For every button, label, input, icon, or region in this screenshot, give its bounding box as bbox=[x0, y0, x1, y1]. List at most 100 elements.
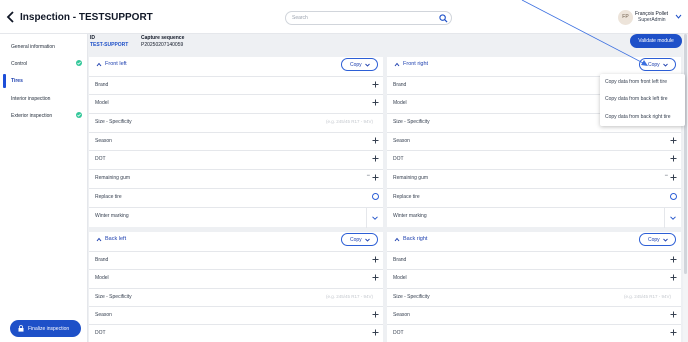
check-circle-icon bbox=[76, 112, 82, 118]
user-menu[interactable]: FP François Pollet SuperAdmin bbox=[618, 9, 684, 26]
field-label: Remaining gum bbox=[393, 175, 429, 181]
plus-icon[interactable] bbox=[372, 99, 379, 106]
plus-icon[interactable] bbox=[670, 155, 677, 162]
copy-button[interactable]: Copy bbox=[639, 233, 676, 246]
field-season[interactable]: Season bbox=[89, 306, 383, 323]
field-label: Brand bbox=[95, 257, 109, 263]
capture-sequence-label: Capture sequence bbox=[141, 35, 185, 41]
field-season[interactable]: Season bbox=[387, 132, 681, 149]
plus-icon[interactable] bbox=[372, 311, 379, 318]
plus-icon[interactable] bbox=[670, 311, 677, 318]
search-input[interactable] bbox=[292, 13, 432, 23]
finalize-inspection-button[interactable]: Finalize inspection bbox=[10, 320, 81, 337]
field-brand[interactable]: Brand bbox=[89, 251, 383, 268]
top-bar: Inspection - TESTSUPPORT FP François Pol… bbox=[0, 0, 688, 34]
field-dot[interactable]: DOT bbox=[387, 324, 681, 341]
field-size-specificity[interactable]: Size - Specificity (e.g. 245/45 R17 - 94V… bbox=[89, 288, 383, 305]
sidebar-item-general-information[interactable]: General information bbox=[0, 40, 88, 54]
field-winter-marking[interactable]: Winter marking bbox=[387, 207, 681, 228]
card-title: Front left bbox=[105, 61, 127, 67]
chevron-up-icon[interactable] bbox=[96, 62, 102, 67]
sidebar-item-tires[interactable]: Tires bbox=[0, 74, 88, 88]
field-dot[interactable]: DOT bbox=[387, 150, 681, 167]
card-header[interactable]: Back left Copy bbox=[89, 232, 383, 248]
sidebar-item-interior-inspection[interactable]: Interior inspection bbox=[0, 92, 88, 106]
search-box[interactable] bbox=[285, 11, 452, 25]
chevron-up-icon[interactable] bbox=[96, 237, 102, 242]
plus-icon[interactable] bbox=[372, 274, 379, 281]
field-remaining-gum[interactable]: Remaining gum − bbox=[89, 169, 383, 186]
radio-button[interactable] bbox=[372, 193, 379, 200]
copy-button[interactable]: Copy bbox=[639, 58, 676, 71]
copy-label: Copy bbox=[350, 236, 362, 243]
chevron-down-icon bbox=[663, 63, 668, 67]
plus-icon[interactable] bbox=[372, 174, 379, 181]
field-label: Replace tire bbox=[393, 194, 420, 200]
field-dot[interactable]: DOT bbox=[89, 324, 383, 341]
chevron-up-icon[interactable] bbox=[394, 62, 400, 67]
field-label: Brand bbox=[393, 82, 407, 88]
plus-icon[interactable] bbox=[372, 81, 379, 88]
menu-item-copy-back-left[interactable]: Copy data from back left tire bbox=[600, 91, 685, 108]
radio-button[interactable] bbox=[670, 193, 677, 200]
menu-item-copy-front-left[interactable]: Copy data from front left tire bbox=[600, 74, 685, 91]
chevron-down-icon[interactable] bbox=[675, 14, 682, 19]
scrollbar-thumb[interactable] bbox=[684, 34, 687, 274]
active-indicator bbox=[3, 74, 6, 88]
plus-icon[interactable] bbox=[372, 256, 379, 263]
sidebar-item-exterior-inspection[interactable]: Exterior inspection bbox=[0, 109, 88, 123]
card-header[interactable]: Front left Copy bbox=[89, 57, 383, 73]
copy-button[interactable]: Copy bbox=[341, 233, 378, 246]
field-replace-tire[interactable]: Replace tire bbox=[387, 188, 681, 205]
chevron-up-icon[interactable] bbox=[394, 237, 400, 242]
field-label: Size - Specificity bbox=[95, 119, 132, 125]
field-replace-tire[interactable]: Replace tire bbox=[89, 188, 383, 205]
sidebar-item-label: Interior inspection bbox=[11, 96, 51, 102]
field-remaining-gum[interactable]: Remaining gum − bbox=[387, 169, 681, 186]
chevron-down-icon[interactable] bbox=[372, 216, 378, 220]
plus-icon[interactable] bbox=[670, 256, 677, 263]
id-value: TEST-SUPPORT bbox=[90, 42, 129, 48]
minus-icon[interactable]: − bbox=[366, 173, 370, 179]
field-size-specificity[interactable]: Size - Specificity (e.g. 245/45 R17 - 94V… bbox=[89, 113, 383, 130]
field-label: Model bbox=[95, 275, 109, 281]
copy-label: Copy bbox=[648, 61, 660, 68]
plus-icon[interactable] bbox=[372, 329, 379, 336]
field-winter-marking[interactable]: Winter marking bbox=[89, 207, 383, 228]
plus-icon[interactable] bbox=[372, 155, 379, 162]
chevron-down-icon bbox=[365, 238, 370, 242]
plus-icon[interactable] bbox=[670, 329, 677, 336]
menu-item-copy-back-right[interactable]: Copy data from back right tire bbox=[600, 109, 685, 126]
field-size-specificity[interactable]: Size - Specificity (e.g. 245/45 R17 - 94V… bbox=[387, 288, 681, 305]
plus-icon[interactable] bbox=[670, 137, 677, 144]
plus-icon[interactable] bbox=[670, 174, 677, 181]
plus-icon[interactable] bbox=[670, 274, 677, 281]
field-season[interactable]: Season bbox=[89, 132, 383, 149]
field-brand[interactable]: Brand bbox=[89, 76, 383, 93]
field-season[interactable]: Season bbox=[387, 306, 681, 323]
divider bbox=[664, 208, 665, 228]
validate-module-button[interactable]: Validate module bbox=[630, 34, 682, 48]
field-brand[interactable]: Brand bbox=[387, 251, 681, 268]
field-label: Size - Specificity bbox=[393, 294, 430, 300]
card-header[interactable]: Back right Copy bbox=[387, 232, 681, 248]
field-label: Winter marking bbox=[393, 213, 427, 219]
field-label: DOT bbox=[95, 330, 106, 336]
field-label: Size - Specificity bbox=[95, 294, 132, 300]
card-back-right: Back right Copy Brand Model Size - Speci… bbox=[387, 232, 681, 342]
field-dot[interactable]: DOT bbox=[89, 150, 383, 167]
sidebar-item-control[interactable]: Control bbox=[0, 57, 88, 71]
back-arrow-icon[interactable] bbox=[6, 11, 16, 23]
sidebar-item-label: Tires bbox=[11, 78, 23, 84]
minus-icon[interactable]: − bbox=[664, 173, 668, 179]
copy-button[interactable]: Copy bbox=[341, 58, 378, 71]
chevron-down-icon[interactable] bbox=[670, 216, 676, 220]
copy-label: Copy bbox=[350, 61, 362, 68]
card-header[interactable]: Front right Copy bbox=[387, 57, 681, 73]
field-model[interactable]: Model bbox=[89, 269, 383, 286]
search-icon[interactable] bbox=[439, 14, 448, 23]
field-model[interactable]: Model bbox=[387, 269, 681, 286]
plus-icon[interactable] bbox=[372, 137, 379, 144]
field-model[interactable]: Model bbox=[89, 94, 383, 111]
size-placeholder: (e.g. 245/45 R17 - 94V) bbox=[325, 119, 373, 124]
